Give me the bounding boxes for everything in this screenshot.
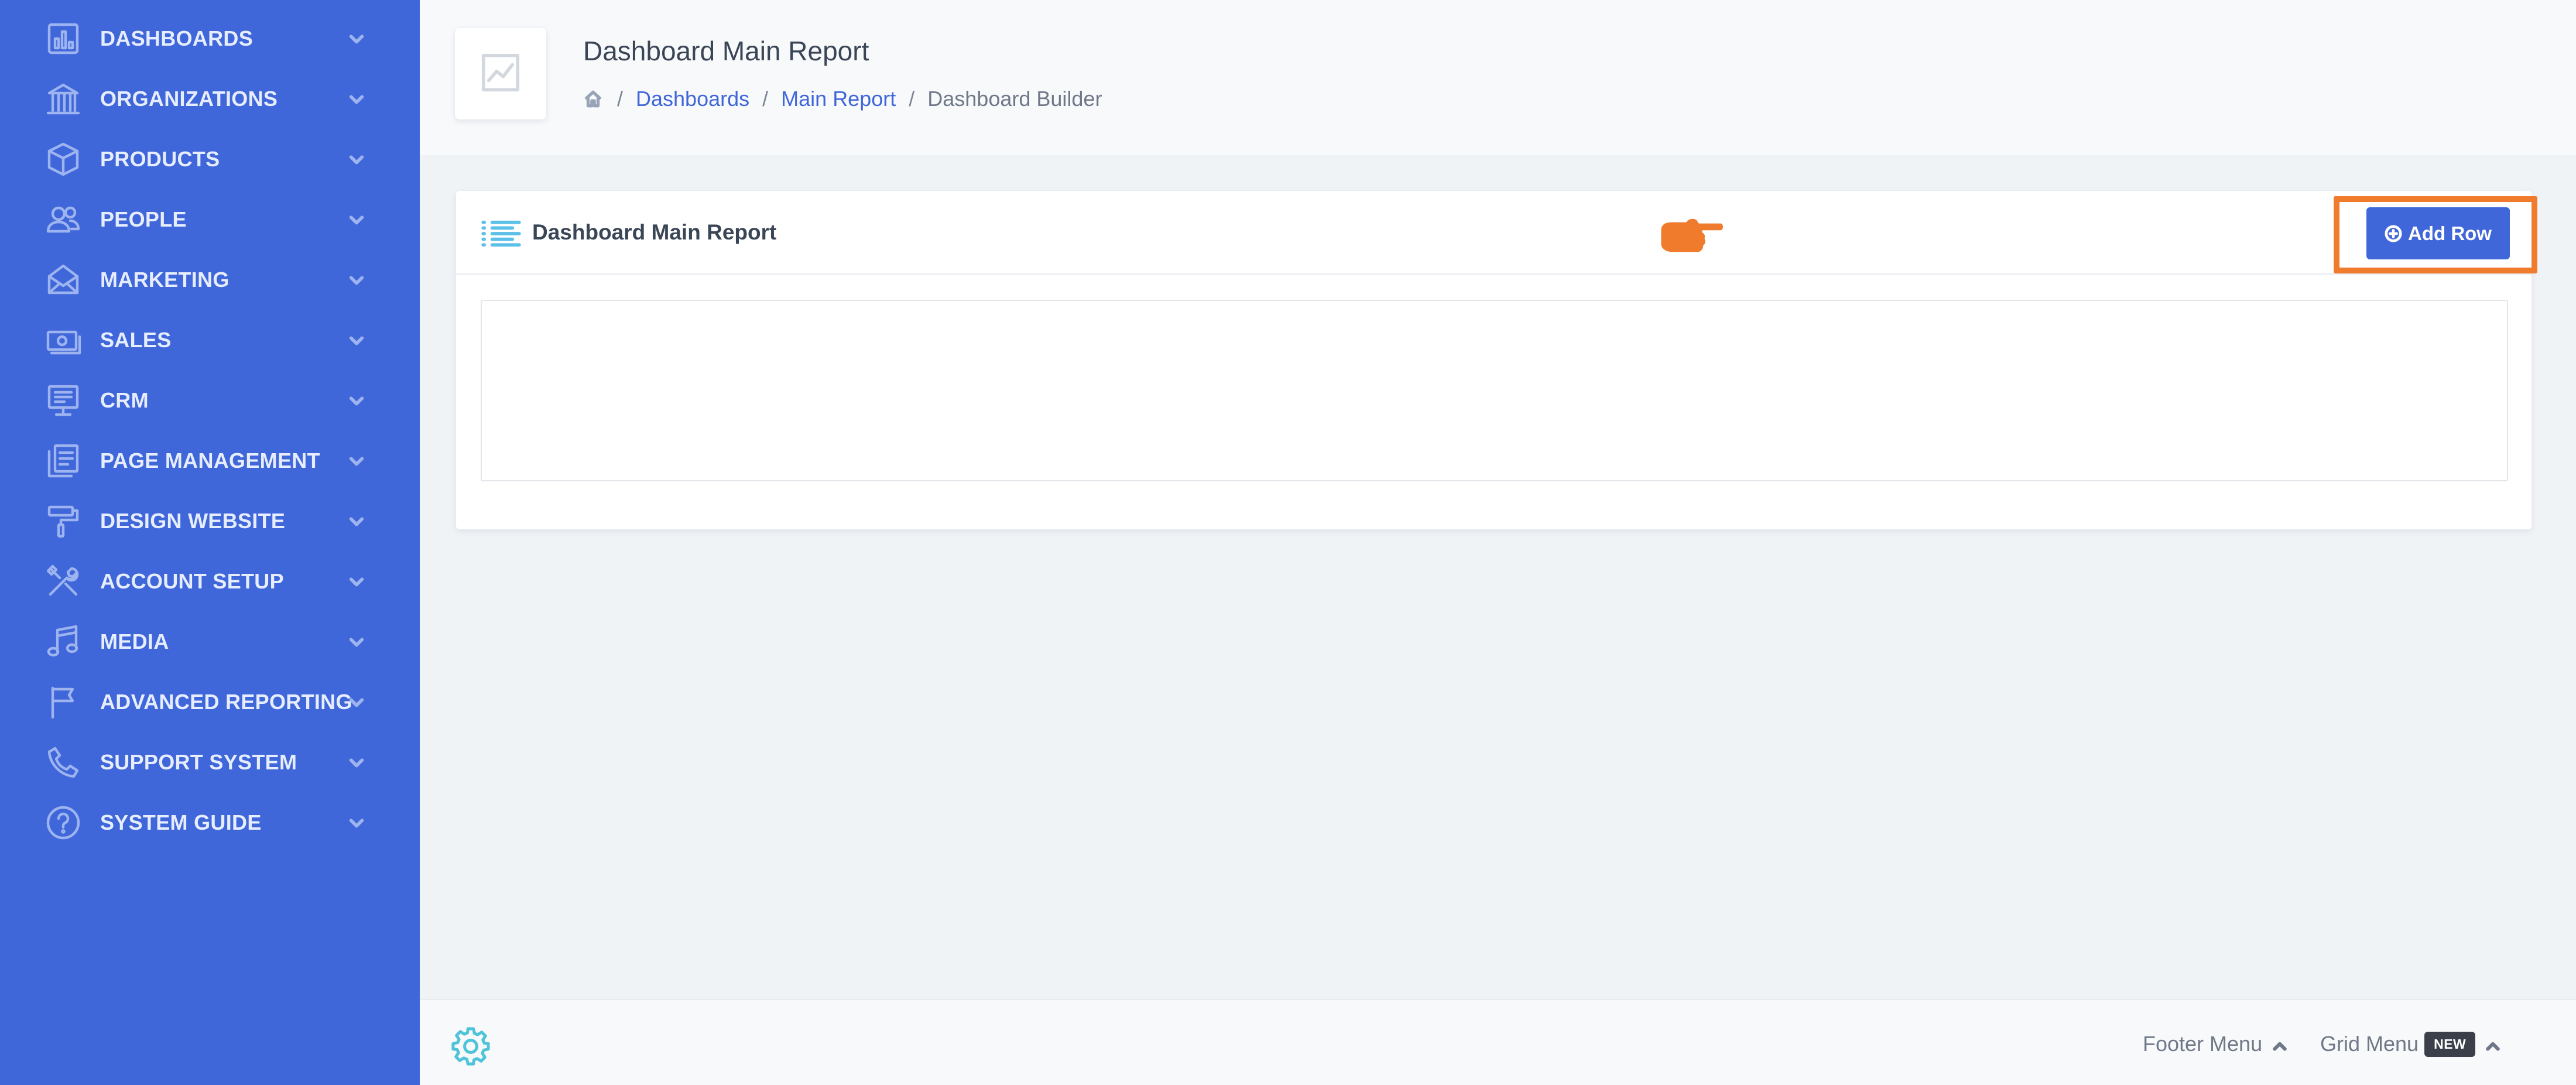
grid-menu-label: Grid Menu bbox=[2320, 1032, 2419, 1056]
chevron-down-icon bbox=[348, 573, 365, 590]
pointing-hand-icon bbox=[1656, 214, 1725, 258]
plus-circle-icon bbox=[2385, 224, 2402, 242]
card-title: Dashboard Main Report bbox=[532, 220, 777, 244]
card-header: Dashboard Main Report Add Row bbox=[456, 191, 2537, 275]
sidebar-item-label: PAGE MANAGEMENT bbox=[100, 448, 320, 473]
breadcrumb: / Dashboards / Main Report / Dashboard B… bbox=[583, 87, 1102, 111]
sidebar-item-support-system[interactable]: SUPPORT SYSTEM bbox=[0, 732, 420, 792]
breadcrumb-current: Dashboard Builder bbox=[927, 87, 1102, 111]
chevron-up-icon bbox=[2485, 1036, 2501, 1052]
page-header: Dashboard Main Report / Dashboards / Mai… bbox=[420, 0, 2576, 155]
sidebar-item-organizations[interactable]: ORGANIZATIONS bbox=[0, 69, 420, 129]
sidebar-item-label: SUPPORT SYSTEM bbox=[100, 749, 297, 774]
add-row-label: Add Row bbox=[2408, 222, 2492, 244]
chevron-down-icon bbox=[348, 392, 365, 409]
new-badge: NEW bbox=[2424, 1031, 2476, 1057]
chevron-down-icon bbox=[348, 452, 365, 470]
chevron-up-icon bbox=[2272, 1036, 2288, 1052]
sidebar-item-crm[interactable]: CRM bbox=[0, 370, 420, 430]
sidebar-item-design-website[interactable]: DESIGN WEBSITE bbox=[0, 491, 420, 551]
breadcrumb-separator: / bbox=[762, 87, 769, 111]
sidebar-item-marketing[interactable]: MARKETING bbox=[0, 249, 420, 310]
sidebar-item-media[interactable]: MEDIA bbox=[0, 611, 420, 672]
list-icon bbox=[481, 219, 522, 248]
phone-icon bbox=[44, 744, 82, 781]
sidebar-item-label: PRODUCTS bbox=[100, 146, 220, 171]
help-circle-icon bbox=[44, 804, 82, 841]
chevron-down-icon bbox=[348, 331, 365, 349]
line-chart-icon bbox=[479, 52, 522, 97]
home-icon[interactable] bbox=[583, 89, 603, 109]
chevron-down-icon bbox=[348, 30, 365, 47]
music-note-icon bbox=[44, 623, 82, 660]
page-logo bbox=[455, 28, 546, 119]
sidebar-item-people[interactable]: PEOPLE bbox=[0, 189, 420, 249]
chevron-down-icon bbox=[348, 271, 365, 289]
paint-roller-icon bbox=[44, 502, 82, 540]
dashboard-builder-card: Dashboard Main Report Add Row bbox=[456, 191, 2537, 529]
building-icon bbox=[44, 80, 82, 118]
breadcrumb-separator: / bbox=[617, 87, 624, 111]
sidebar-item-label: ADVANCED REPORTING bbox=[100, 689, 352, 714]
sidebar-item-sales[interactable]: SALES bbox=[0, 310, 420, 370]
chevron-down-icon bbox=[348, 211, 365, 228]
dashboard-row-area[interactable] bbox=[481, 300, 2508, 481]
sidebar-item-label: MARKETING bbox=[100, 267, 229, 292]
chevron-down-icon bbox=[348, 814, 365, 831]
sidebar-item-page-management[interactable]: PAGE MANAGEMENT bbox=[0, 430, 420, 491]
gear-icon[interactable] bbox=[449, 1025, 492, 1068]
sidebar-item-dashboards[interactable]: DASHBOARDS bbox=[0, 8, 420, 69]
tools-icon bbox=[44, 563, 82, 600]
sidebar-item-label: ACCOUNT SETUP bbox=[100, 569, 284, 593]
chevron-down-icon bbox=[348, 693, 365, 711]
sidebar-item-label: MEDIA bbox=[100, 629, 169, 653]
sidebar-item-advanced-reporting[interactable]: ADVANCED REPORTING bbox=[0, 672, 420, 732]
chevron-down-icon bbox=[348, 90, 365, 108]
sidebar-item-account-setup[interactable]: ACCOUNT SETUP bbox=[0, 551, 420, 611]
chevron-down-icon bbox=[348, 150, 365, 168]
sidebar-item-label: ORGANIZATIONS bbox=[100, 86, 278, 111]
chevron-down-icon bbox=[348, 754, 365, 771]
add-row-button[interactable]: Add Row bbox=[2366, 207, 2510, 259]
breadcrumb-link-main-report[interactable]: Main Report bbox=[781, 87, 896, 111]
bar-chart-icon bbox=[44, 20, 82, 57]
page-title: Dashboard Main Report bbox=[583, 36, 869, 66]
page-footer: Footer Menu Grid Menu NEW bbox=[420, 999, 2576, 1085]
people-icon bbox=[44, 201, 82, 238]
breadcrumb-separator: / bbox=[909, 87, 915, 111]
sidebar-item-label: CRM bbox=[100, 388, 149, 412]
pages-icon bbox=[44, 442, 82, 480]
sidebar-item-label: DASHBOARDS bbox=[100, 26, 254, 50]
box-icon bbox=[44, 141, 82, 178]
breadcrumb-link-dashboards[interactable]: Dashboards bbox=[636, 87, 749, 111]
grid-menu-toggle[interactable]: Grid Menu NEW bbox=[2320, 1029, 2501, 1059]
sidebar-item-label: PEOPLE bbox=[100, 207, 187, 231]
sidebar-item-system-guide[interactable]: SYSTEM GUIDE bbox=[0, 792, 420, 853]
sidebar-item-label: SYSTEM GUIDE bbox=[100, 810, 262, 834]
sidebar: DASHBOARDS ORGANIZATIONS PRODUCTS PEOPLE bbox=[0, 0, 420, 1085]
flag-icon bbox=[44, 683, 82, 721]
money-icon bbox=[44, 321, 82, 359]
footer-menu-toggle[interactable]: Footer Menu bbox=[2143, 1029, 2288, 1059]
sidebar-item-label: DESIGN WEBSITE bbox=[100, 508, 286, 533]
sidebar-item-products[interactable]: PRODUCTS bbox=[0, 129, 420, 189]
footer-menu-label: Footer Menu bbox=[2143, 1032, 2263, 1056]
chevron-down-icon bbox=[348, 633, 365, 651]
monitor-icon bbox=[44, 382, 82, 419]
envelope-icon bbox=[44, 261, 82, 299]
sidebar-item-label: SALES bbox=[100, 327, 172, 352]
chevron-down-icon bbox=[348, 512, 365, 530]
